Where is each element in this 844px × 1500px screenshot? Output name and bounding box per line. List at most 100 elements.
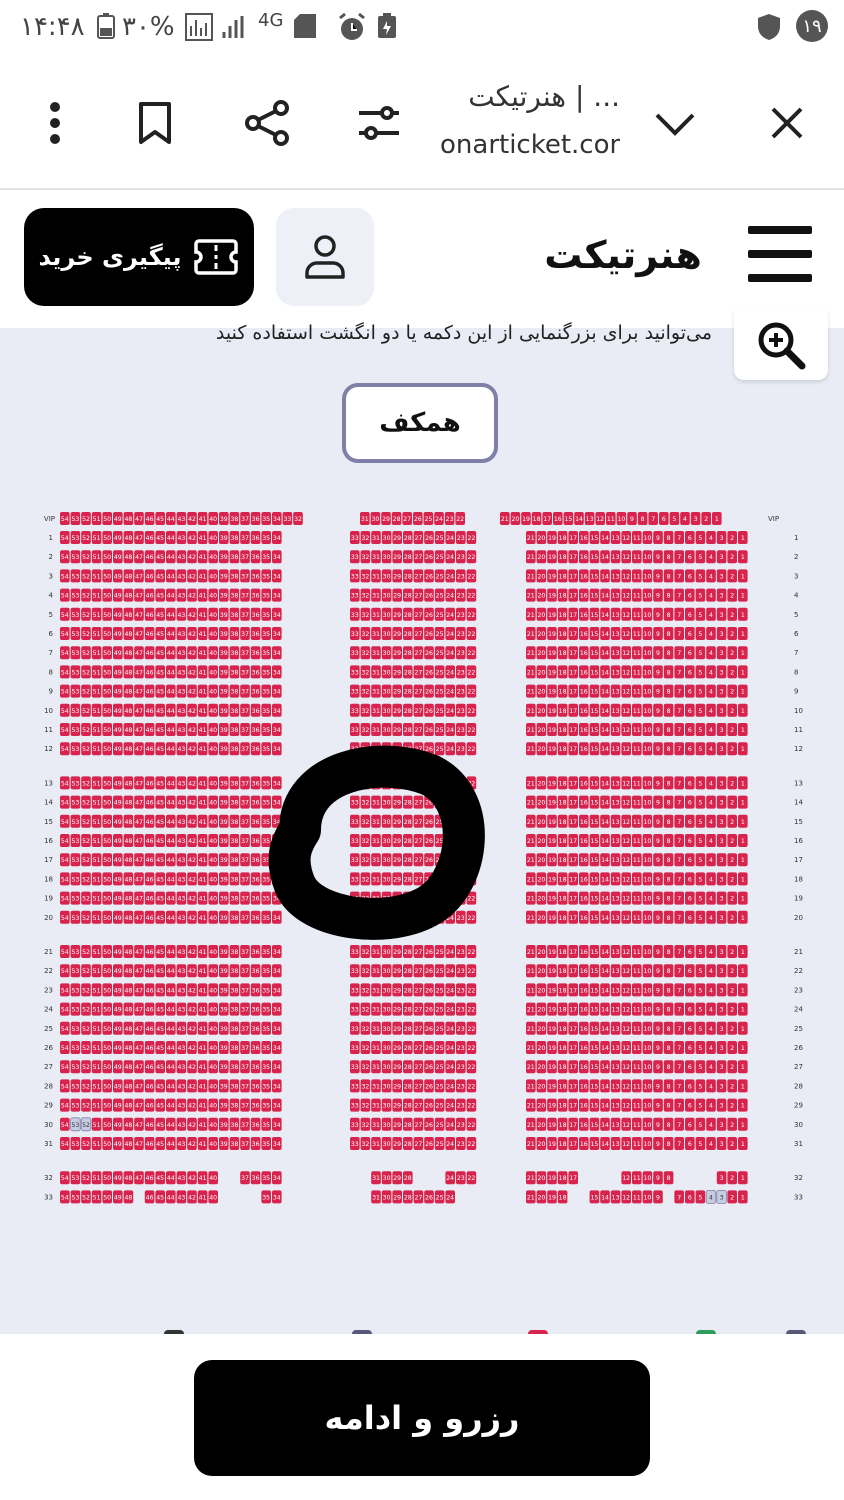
seat[interactable]: 1 (738, 834, 748, 847)
seat[interactable]: 44 (166, 891, 176, 905)
seat[interactable]: 50 (102, 665, 112, 679)
seat[interactable]: 1 (738, 588, 748, 602)
seat[interactable]: 41 (197, 795, 208, 809)
seat[interactable]: 11 (632, 569, 642, 583)
seat[interactable]: 13 (610, 742, 621, 756)
seat[interactable]: 14 (600, 910, 610, 924)
seat[interactable]: 21 (526, 742, 536, 756)
seat[interactable]: 26 (424, 1002, 434, 1016)
seat[interactable]: 16 (579, 1137, 589, 1150)
seat[interactable]: 37 (240, 1002, 250, 1016)
seat[interactable]: 50 (102, 814, 112, 828)
seat[interactable]: 3 (716, 1002, 727, 1016)
seat[interactable]: 10 (642, 1117, 653, 1131)
seat[interactable]: 1 (738, 1098, 748, 1112)
seat[interactable]: 3 (716, 703, 727, 717)
seat[interactable]: 43 (176, 945, 187, 958)
seat[interactable]: 46 (144, 945, 155, 958)
seat[interactable]: 3 (716, 1098, 727, 1112)
seat[interactable]: 36 (250, 795, 261, 809)
seat[interactable]: 2 (727, 1117, 737, 1131)
seat[interactable]: 48 (123, 910, 134, 924)
seat[interactable]: 16 (579, 665, 589, 679)
seat[interactable]: 35 (261, 1060, 271, 1074)
seat[interactable]: 27 (413, 795, 424, 809)
seat[interactable]: 42 (187, 1079, 197, 1093)
seat[interactable]: 5 (695, 607, 706, 621)
seat[interactable]: 5 (695, 1041, 706, 1054)
seat[interactable]: 4 (706, 1002, 716, 1016)
seat[interactable]: 14 (600, 891, 610, 905)
seat[interactable]: 37 (240, 607, 250, 621)
seat[interactable]: 17 (568, 910, 578, 924)
seat[interactable]: 15 (589, 703, 600, 717)
seat[interactable]: 9 (653, 607, 663, 621)
seat[interactable]: 51 (91, 742, 102, 756)
seat[interactable]: 50 (102, 891, 112, 905)
seat[interactable]: 18 (557, 834, 568, 847)
seat[interactable]: 17 (568, 703, 578, 717)
seat[interactable]: 17 (568, 569, 578, 583)
seat[interactable]: 9 (653, 795, 663, 809)
seat[interactable]: 50 (102, 834, 112, 847)
seat[interactable]: 38 (229, 531, 240, 544)
seat[interactable]: 37 (240, 834, 250, 847)
seat[interactable]: 36 (250, 1041, 261, 1054)
seat[interactable]: 45 (155, 1079, 165, 1093)
seat[interactable]: 48 (123, 814, 134, 828)
seat[interactable]: 46 (144, 684, 155, 698)
seat[interactable]: 36 (250, 891, 261, 905)
seat[interactable]: 4 (706, 588, 716, 602)
seat[interactable]: 46 (144, 1117, 155, 1131)
seat[interactable]: 17 (542, 512, 552, 525)
seat[interactable]: 24 (445, 945, 455, 958)
seat[interactable]: 46 (144, 607, 155, 621)
seat[interactable]: 32 (360, 872, 371, 886)
seat[interactable]: 31 (371, 945, 381, 958)
seat[interactable]: 1 (738, 1002, 748, 1016)
seat[interactable]: 53 (70, 742, 81, 756)
seat[interactable]: 35 (261, 891, 271, 905)
seat[interactable]: 46 (144, 569, 155, 583)
seat[interactable]: 38 (229, 588, 240, 602)
seat[interactable]: 42 (187, 1021, 197, 1035)
seat[interactable]: 47 (134, 665, 144, 679)
seat[interactable]: 39 (219, 703, 229, 717)
seat[interactable]: 43 (176, 742, 187, 756)
seat[interactable]: 25 (434, 1190, 445, 1204)
seat[interactable]: 12 (621, 945, 631, 958)
seat[interactable]: 23 (456, 703, 466, 717)
seat[interactable]: 21 (526, 569, 536, 583)
seat[interactable]: 22 (466, 723, 477, 736)
seat[interactable]: 33 (350, 1002, 360, 1016)
seat[interactable]: 51 (91, 723, 102, 736)
seat[interactable]: 37 (240, 814, 250, 828)
seat[interactable]: 22 (466, 1079, 477, 1093)
seat[interactable]: 1 (738, 531, 748, 544)
seat[interactable]: 51 (91, 910, 102, 924)
seat[interactable]: 11 (632, 1002, 642, 1016)
seat[interactable]: 29 (392, 1171, 402, 1185)
bookmark-button[interactable] (120, 88, 190, 158)
seat[interactable]: 37 (240, 684, 250, 698)
seat[interactable]: 14 (600, 627, 610, 640)
seat[interactable]: 4 (706, 684, 716, 698)
seat[interactable]: 52 (81, 569, 91, 583)
seat[interactable]: 4 (706, 1021, 716, 1035)
seat[interactable]: 19 (547, 1002, 557, 1016)
seat[interactable]: 32 (360, 834, 371, 847)
seat[interactable]: 46 (144, 964, 155, 978)
seat[interactable]: 29 (392, 1002, 402, 1016)
seat[interactable]: 43 (176, 1171, 187, 1185)
seat[interactable]: 9 (653, 1060, 663, 1074)
seat[interactable]: 17 (568, 1002, 578, 1016)
seat[interactable]: 50 (102, 569, 112, 583)
seat[interactable]: 52 (81, 646, 91, 660)
seat[interactable]: 27 (413, 1190, 424, 1204)
seat[interactable]: 3 (716, 1137, 727, 1150)
seat[interactable]: 19 (547, 945, 557, 958)
seat[interactable]: 22 (466, 1098, 477, 1112)
seat[interactable]: 44 (166, 703, 176, 717)
seat[interactable]: 51 (91, 814, 102, 828)
seat[interactable]: 36 (250, 627, 261, 640)
